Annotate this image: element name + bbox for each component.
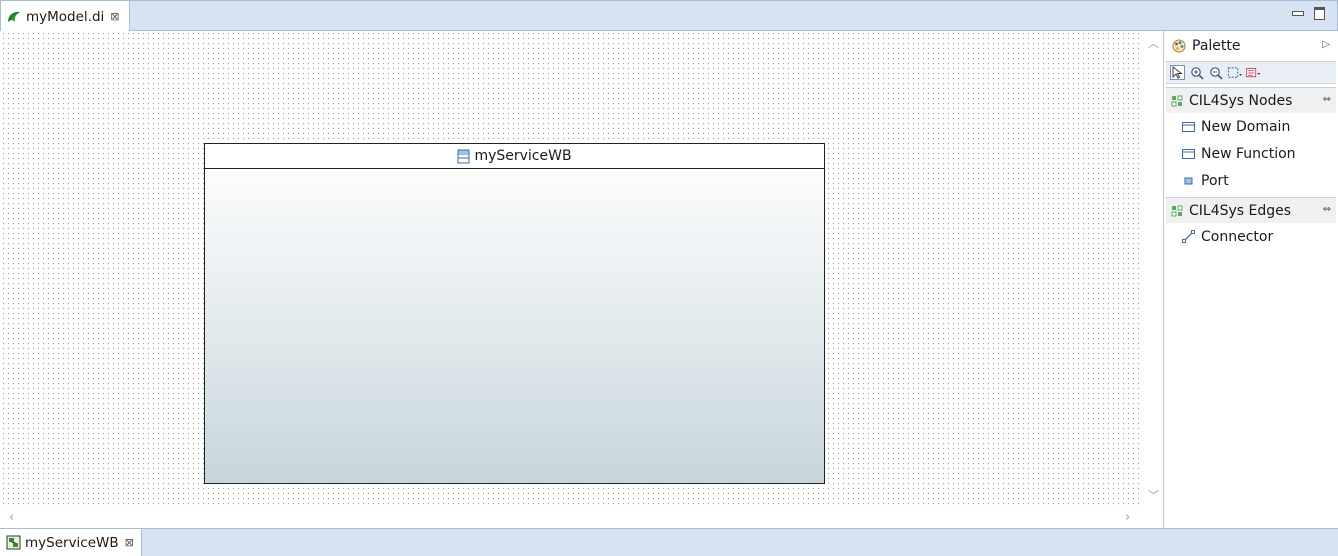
zoom-out-icon[interactable] [1208, 65, 1223, 80]
editor-tab-bar: myModel.di ⊠ [0, 0, 1338, 32]
tool-new-function[interactable]: New Function [1164, 140, 1338, 167]
palette-panel: Palette ▷ CIL4Sys Nodes ⇔ New Domain New… [1163, 31, 1338, 528]
filter-icon[interactable] [1246, 65, 1261, 80]
diagram-canvas[interactable]: myServiceWB [1, 31, 1143, 508]
palette-icon [1172, 39, 1186, 53]
tool-port[interactable]: Port [1164, 167, 1338, 194]
scroll-left-icon[interactable]: ‹ [9, 510, 14, 525]
diagram-tab-label: myServiceWB [25, 534, 119, 551]
diagram-node-myservicewb[interactable]: myServiceWB [204, 143, 825, 484]
drawer-cil4sys-edges[interactable]: CIL4Sys Edges ⇔ [1166, 197, 1336, 223]
scroll-down-icon[interactable]: ﹀ [1148, 487, 1159, 503]
editor-tab-label: myModel.di [26, 8, 105, 25]
palette-toolbar [1166, 61, 1336, 84]
tool-label: New Function [1201, 145, 1296, 162]
drawer-cil4sys-nodes[interactable]: CIL4Sys Nodes ⇔ [1166, 87, 1336, 113]
pin-icon[interactable]: ⇔ [1323, 94, 1331, 105]
drawer-label: CIL4Sys Edges [1189, 202, 1292, 219]
scroll-right-icon[interactable]: › [1125, 510, 1130, 525]
drawer-icon [1171, 205, 1183, 216]
palette-title: Palette [1192, 38, 1241, 54]
pin-icon[interactable]: ⇔ [1323, 204, 1331, 215]
tool-new-domain[interactable]: New Domain [1164, 113, 1338, 140]
drawer-icon [1171, 95, 1183, 106]
connector-icon [1182, 230, 1195, 243]
editor-tab-mymodel[interactable]: myModel.di ⊠ [1, 1, 130, 32]
close-icon[interactable]: ⊠ [125, 536, 134, 549]
port-icon [1184, 177, 1193, 184]
close-icon[interactable]: ⊠ [110, 10, 119, 23]
diagram-tab-bar: myServiceWB ⊠ [0, 528, 1338, 556]
tool-label: New Domain [1201, 118, 1291, 135]
scroll-up-icon[interactable]: ︿ [1148, 35, 1159, 51]
tool-label: Port [1201, 172, 1229, 189]
vertical-scrollbar[interactable]: ︿ ﹀ [1143, 31, 1163, 508]
editor-window: myModel.di ⊠ myServiceWB ︿ ﹀ ‹ › Palette… [0, 0, 1338, 556]
class-icon [457, 149, 470, 163]
maximize-icon[interactable] [1313, 6, 1325, 20]
drawer-label: CIL4Sys Nodes [1189, 92, 1293, 109]
palette-header[interactable]: Palette ▷ [1164, 31, 1338, 61]
diagram-tab-myservicewb[interactable]: myServiceWB ⊠ [0, 529, 142, 556]
marquee-icon[interactable] [1227, 65, 1242, 80]
rectangle-icon [1182, 121, 1195, 132]
tool-connector[interactable]: Connector [1164, 223, 1338, 250]
node-header[interactable]: myServiceWB [205, 144, 824, 169]
zoom-in-icon[interactable] [1189, 65, 1204, 80]
rectangle-icon [1182, 148, 1195, 159]
papyrus-model-icon [8, 11, 20, 22]
horizontal-scrollbar[interactable]: ‹ › [1, 508, 1143, 527]
select-tool-icon[interactable] [1170, 65, 1185, 80]
tool-label: Connector [1201, 228, 1274, 245]
node-name: myServiceWB [474, 148, 572, 164]
palette-collapse-icon[interactable]: ▷ [1322, 39, 1330, 50]
minimize-icon[interactable] [1291, 6, 1304, 18]
diagram-icon [6, 535, 21, 550]
